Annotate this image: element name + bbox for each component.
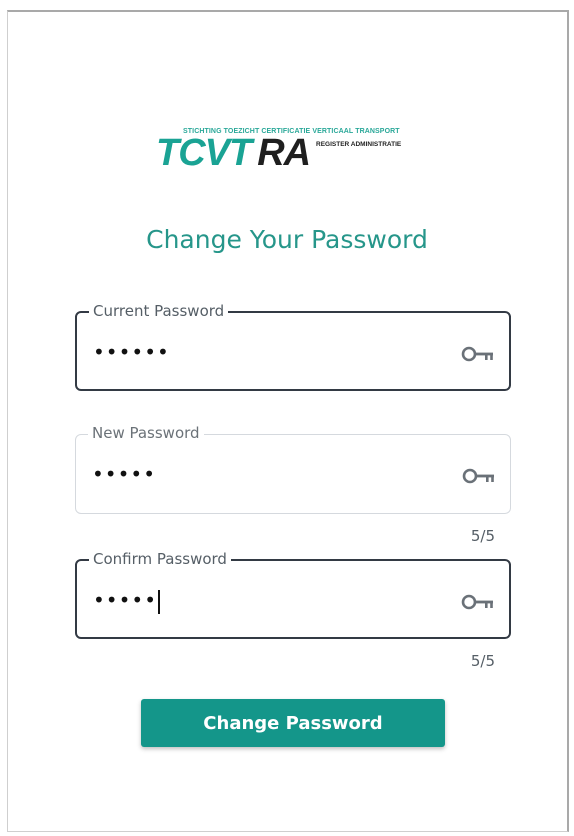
page-title: Change Your Password xyxy=(146,225,428,254)
logo-brand: TCVT RA xyxy=(156,132,311,174)
key-icon[interactable] xyxy=(462,466,496,486)
key-icon[interactable] xyxy=(461,592,495,612)
current-password-input[interactable]: •••••• xyxy=(93,340,170,364)
logo-brand-suffix: RA xyxy=(257,132,311,174)
new-password-counter: 5/5 xyxy=(470,527,495,545)
confirm-password-field[interactable]: Confirm Password ••••• xyxy=(75,550,511,639)
new-password-field[interactable]: New Password ••••• xyxy=(75,424,511,514)
confirm-password-counter: 5/5 xyxy=(470,652,495,670)
logo-brand-main: TCVT xyxy=(156,132,252,174)
confirm-password-input[interactable]: ••••• xyxy=(93,588,160,614)
confirm-password-label: Confirm Password xyxy=(89,550,231,568)
text-caret xyxy=(157,589,160,614)
new-password-label: New Password xyxy=(88,424,204,442)
current-password-label: Current Password xyxy=(89,302,229,320)
new-password-input[interactable]: ••••• xyxy=(92,462,156,486)
confirm-password-value: ••••• xyxy=(93,588,157,612)
change-password-button[interactable]: Change Password xyxy=(141,699,445,747)
current-password-field[interactable]: Current Password •••••• xyxy=(75,302,511,391)
key-icon[interactable] xyxy=(461,344,495,364)
logo-subtitle: REGISTER ADMINISTRATIE xyxy=(316,141,402,148)
tcvt-ra-logo: STICHTING TOEZICHT CERTIFICATIE VERTICAA… xyxy=(150,118,440,178)
